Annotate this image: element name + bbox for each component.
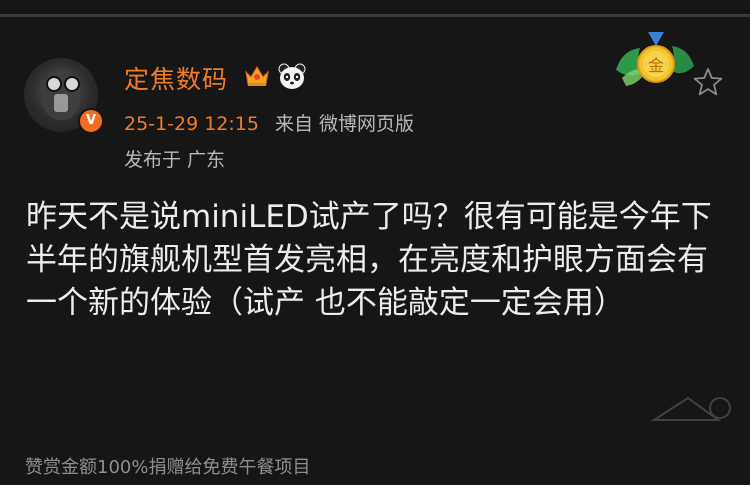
post-location: 发布于 广东 xyxy=(124,149,226,171)
gold-medal-icon[interactable]: 金 xyxy=(612,30,698,94)
svg-text:金: 金 xyxy=(648,56,664,75)
reward-note[interactable]: 赞赏金额100%捐赠给免费午餐项目 xyxy=(25,453,310,479)
post-meta: 25-1-29 12:15 来自 微博网页版 xyxy=(124,109,414,136)
crown-icon xyxy=(245,65,269,86)
panda-icon xyxy=(278,63,306,89)
weibo-post-card: V 定焦数码 25-1-29 12:15 来自 微博网页版 发布于 广东 金 昨天… xyxy=(0,0,750,485)
avatar-eye-right xyxy=(64,76,80,92)
post-source: 来自 微博网页版 xyxy=(274,113,414,135)
post-content: 昨天不是说miniLED试产了吗？很有可能是今年下半年的旗舰机型首发亮相，在亮度… xyxy=(26,199,712,321)
watermark-icon xyxy=(650,396,731,421)
star-outline-icon[interactable] xyxy=(692,66,724,98)
author-name[interactable]: 定焦数码 xyxy=(124,60,228,96)
avatar-camera xyxy=(54,94,68,112)
verified-icon: V xyxy=(78,108,104,134)
post-timestamp[interactable]: 25-1-29 12:15 xyxy=(124,113,259,135)
avatar-eye-left xyxy=(46,76,62,92)
